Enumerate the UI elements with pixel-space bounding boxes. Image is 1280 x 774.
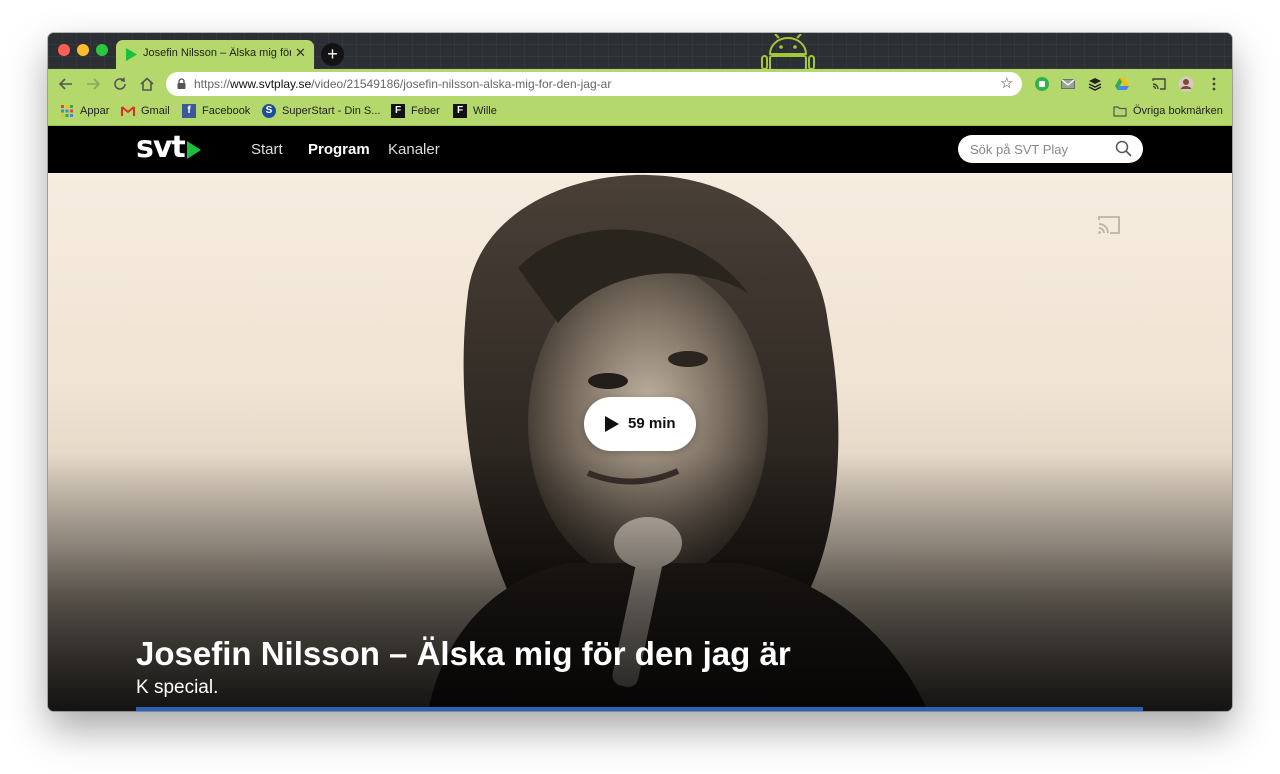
home-icon[interactable] bbox=[138, 75, 156, 93]
maximize-window-button[interactable] bbox=[96, 44, 108, 56]
svt-play-page: svt Start Program Kanaler Sök på SVT Pla… bbox=[48, 126, 1232, 711]
bookmark-label: Appar bbox=[80, 105, 110, 117]
facebook-icon: f bbox=[182, 104, 196, 118]
search-box bbox=[958, 135, 1143, 163]
url-host: www.svtplay.se bbox=[230, 77, 312, 91]
extension-green-circle-icon[interactable] bbox=[1034, 76, 1050, 92]
bookmark-star-icon[interactable]: ☆ bbox=[1000, 76, 1013, 92]
nav-program[interactable]: Program bbox=[308, 141, 370, 158]
browser-tab-active[interactable]: Josefin Nilsson – Älska mig för den jag … bbox=[116, 40, 314, 69]
nav-start[interactable]: Start bbox=[251, 141, 283, 158]
forward-arrow-icon[interactable] bbox=[84, 75, 102, 93]
menu-kebab-icon[interactable] bbox=[1206, 76, 1222, 92]
browser-window: Josefin Nilsson – Älska mig för den jag … bbox=[48, 33, 1232, 711]
superstart-icon: S bbox=[262, 104, 276, 118]
bookmark-label: Wille bbox=[473, 105, 497, 117]
nav-kanaler[interactable]: Kanaler bbox=[388, 141, 440, 158]
duration-label: 59 min bbox=[628, 415, 676, 432]
play-icon bbox=[605, 416, 619, 432]
bookmark-feber[interactable]: F Feber bbox=[391, 104, 440, 120]
gmail-icon bbox=[121, 106, 135, 116]
hero-progress-bar bbox=[136, 707, 1143, 711]
svt-play-favicon-icon bbox=[126, 48, 137, 61]
url-text[interactable]: https://www.svtplay.se/video/21549186/jo… bbox=[194, 77, 611, 91]
play-button[interactable]: 59 min bbox=[584, 397, 696, 451]
buffer-stack-icon[interactable] bbox=[1087, 76, 1103, 92]
tab-title: Josefin Nilsson – Älska mig för den jag … bbox=[143, 47, 291, 59]
svt-header: svt Start Program Kanaler bbox=[48, 126, 1232, 173]
folder-icon bbox=[1113, 106, 1127, 117]
mail-extension-icon[interactable] bbox=[1060, 76, 1076, 92]
bookmark-label: Gmail bbox=[141, 105, 170, 117]
bookmark-wille[interactable]: F Wille bbox=[453, 104, 497, 120]
reload-icon[interactable] bbox=[111, 75, 129, 93]
browser-toolbar: https://www.svtplay.se/video/21549186/jo… bbox=[48, 69, 1232, 99]
video-subtitle: K special. bbox=[136, 677, 219, 698]
bookmark-superstart[interactable]: S SuperStart - Din S... bbox=[262, 104, 380, 120]
apps-grid-icon bbox=[61, 105, 73, 117]
bookmark-label: Facebook bbox=[202, 105, 251, 117]
bookmarks-bar: Appar Gmail f Facebook S SuperStart - Din … bbox=[48, 99, 1232, 126]
back-arrow-icon[interactable] bbox=[57, 75, 75, 93]
minimize-window-button[interactable] bbox=[77, 44, 89, 56]
url-scheme: https:// bbox=[194, 77, 231, 91]
google-drive-icon[interactable] bbox=[1114, 76, 1130, 92]
close-window-button[interactable] bbox=[58, 44, 70, 56]
bookmark-label: SuperStart - Din S... bbox=[282, 105, 381, 117]
address-bar[interactable]: https://www.svtplay.se/video/21549186/jo… bbox=[166, 72, 1022, 96]
video-title: Josefin Nilsson – Älska mig för den jag … bbox=[136, 635, 791, 672]
bookmark-gmail[interactable]: Gmail bbox=[121, 104, 170, 120]
url-path: /video/21549186/josefin-nilsson-alska-mi… bbox=[311, 77, 612, 91]
bookmark-appar[interactable]: Appar bbox=[60, 104, 109, 120]
search-input[interactable] bbox=[970, 140, 1110, 158]
feber-icon: F bbox=[391, 104, 405, 118]
svt-play-triangle-icon bbox=[187, 141, 201, 159]
lock-icon bbox=[177, 78, 186, 89]
profile-avatar-icon[interactable] bbox=[1178, 76, 1194, 92]
tab-strip: Josefin Nilsson – Älska mig för den jag … bbox=[48, 33, 1232, 69]
wille-icon: F bbox=[453, 104, 467, 118]
tab-close-icon[interactable]: ✕ bbox=[295, 45, 306, 61]
hero-video-area[interactable]: 59 min Josefin Nilsson – Älska mig för d… bbox=[48, 173, 1232, 711]
search-icon[interactable] bbox=[1115, 140, 1132, 157]
bookmark-label: Feber bbox=[411, 105, 440, 117]
svt-logo[interactable]: svt bbox=[136, 130, 186, 165]
bookmark-facebook[interactable]: f Facebook bbox=[182, 104, 250, 120]
other-bookmarks-folder[interactable]: Övriga bokmärken bbox=[1113, 104, 1223, 120]
cast-icon[interactable] bbox=[1151, 76, 1167, 92]
android-logo-icon bbox=[761, 34, 815, 69]
other-bookmarks-label: Övriga bokmärken bbox=[1133, 105, 1223, 117]
chromecast-icon[interactable] bbox=[1097, 215, 1121, 235]
new-tab-button[interactable]: + bbox=[321, 43, 344, 66]
